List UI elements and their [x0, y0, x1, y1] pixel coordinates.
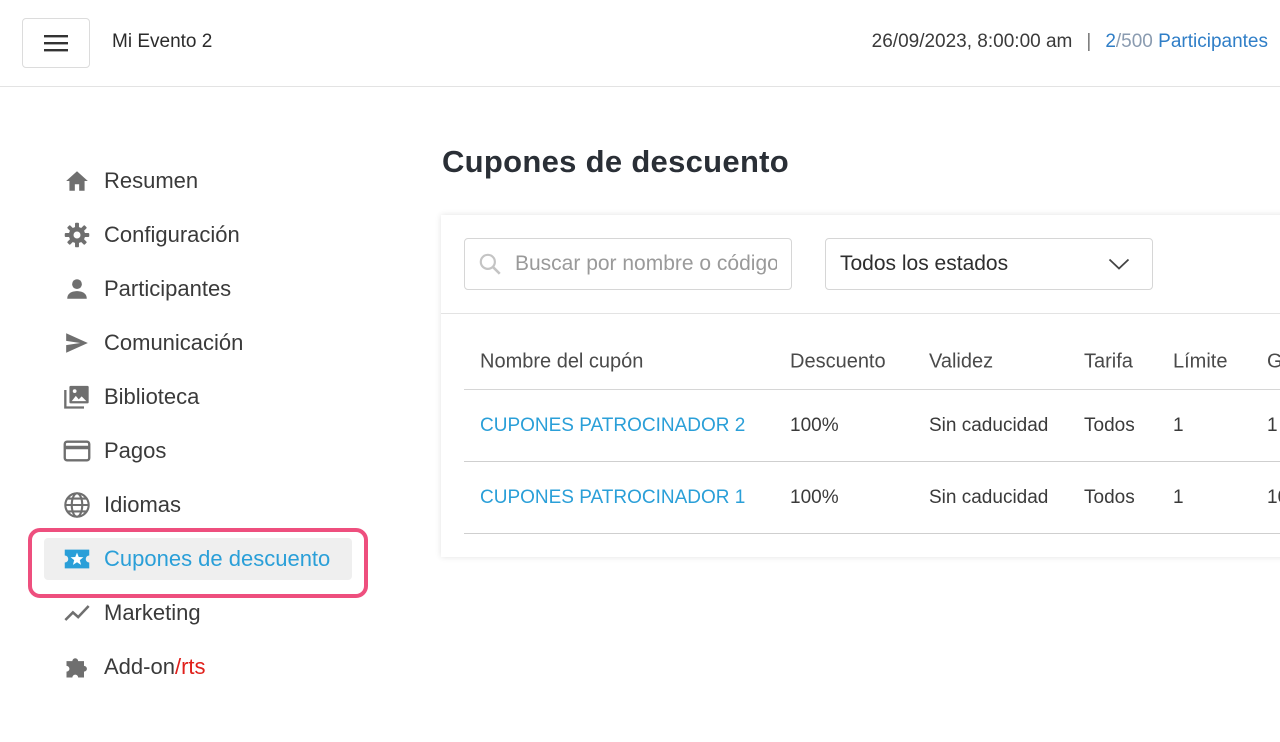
gear-icon — [62, 220, 92, 250]
coupon-limit: 1 — [1173, 414, 1184, 436]
coupon-tariff: Todos — [1084, 414, 1135, 436]
coupons-card: Todos los estados Nombre del cupón Descu… — [441, 215, 1280, 557]
table-header: Nombre del cupón Descuento Validez Tarif… — [464, 335, 1280, 390]
search-icon — [479, 253, 501, 275]
credit-card-icon — [62, 436, 92, 466]
participants-count: 2 — [1105, 31, 1116, 52]
trend-line-icon — [62, 598, 92, 628]
sidebar-item-label: Biblioteca — [104, 384, 200, 409]
column-header-extra[interactable]: G — [1267, 351, 1280, 374]
coupon-tariff: Todos — [1084, 486, 1135, 508]
coupon-name-link[interactable]: CUPONES PATROCINADOR 1 — [480, 487, 745, 509]
coupon-discount: 100% — [790, 414, 839, 436]
coupon-extra: 10 — [1267, 486, 1280, 508]
active-item-background — [44, 538, 352, 580]
search-box[interactable] — [464, 238, 792, 290]
coupon-name-link[interactable]: CUPONES PATROCINADOR 2 — [480, 415, 745, 437]
column-header-tariff[interactable]: Tarifa — [1084, 351, 1133, 374]
coupon-extra: 1 — [1267, 414, 1278, 436]
sidebar-item-comunicacion[interactable]: Comunicación — [44, 316, 364, 370]
event-datetime: 26/09/2023, 8:00:00 am — [871, 31, 1073, 52]
table-body: CUPONES PATROCINADOR 2 100% Sin caducida… — [464, 390, 1280, 534]
send-icon — [62, 328, 92, 358]
sidebar-item-configuracion[interactable]: Configuración — [44, 208, 364, 262]
coupon-limit: 1 — [1173, 486, 1184, 508]
sidebar-item-label: Add-on/rts — [104, 654, 206, 680]
coupons-table: Nombre del cupón Descuento Validez Tarif… — [464, 335, 1280, 534]
sidebar-item-label: Pagos — [104, 438, 167, 463]
home-icon — [62, 166, 92, 196]
addon-label-suffix: /rts — [174, 654, 206, 679]
participants-max: /500 — [1115, 31, 1153, 52]
sidebar-item-resumen[interactable]: Resumen — [44, 154, 364, 208]
chevron-down-icon — [1108, 258, 1130, 270]
column-header-name[interactable]: Nombre del cupón — [480, 351, 643, 374]
table-row: CUPONES PATROCINADOR 2 100% Sin caducida… — [464, 390, 1280, 462]
sidebar-item-addons[interactable]: Add-on/rts — [44, 640, 364, 694]
status-filter-select[interactable]: Todos los estados — [825, 238, 1153, 290]
event-title: Mi Evento 2 — [112, 31, 213, 52]
sidebar-item-participantes[interactable]: Participantes — [44, 262, 364, 316]
event-info: 26/09/2023, 8:00:00 am | 2/500 Participant… — [872, 31, 1268, 53]
sidebar-item-marketing[interactable]: Marketing — [44, 586, 364, 640]
coupon-validity: Sin caducidad — [929, 486, 1049, 508]
sidebar-item-label: Idiomas — [104, 492, 182, 517]
participants-link[interactable]: Participantes — [1158, 31, 1268, 52]
hamburger-icon — [44, 35, 68, 52]
sidebar-item-biblioteca[interactable]: Biblioteca — [44, 370, 364, 424]
divider — [441, 313, 1280, 314]
person-icon — [62, 274, 92, 304]
column-header-discount[interactable]: Descuento — [790, 351, 886, 374]
sidebar-item-label: Comunicación — [104, 330, 244, 355]
sidebar-nav: Resumen Configuración Participantes Comu… — [28, 154, 368, 694]
header-separator: | — [1086, 31, 1092, 52]
search-input[interactable] — [515, 252, 777, 276]
table-row: CUPONES PATROCINADOR 1 100% Sin caducida… — [464, 462, 1280, 534]
sidebar-item-pagos[interactable]: Pagos — [44, 424, 364, 478]
column-header-limit[interactable]: Límite — [1173, 351, 1227, 374]
addon-label: Add-on — [104, 654, 175, 679]
coupon-star-icon — [62, 544, 92, 574]
sidebar-item-cupones[interactable]: Cupones de descuento — [28, 528, 368, 598]
puzzle-icon — [62, 652, 92, 682]
photo-library-icon — [62, 382, 92, 412]
sidebar-item-label: Resumen — [104, 168, 199, 193]
globe-icon — [62, 490, 92, 520]
column-header-validity[interactable]: Validez — [929, 351, 993, 374]
menu-button[interactable] — [22, 18, 90, 68]
sidebar-item-label: Participantes — [104, 276, 232, 301]
sidebar-item-idiomas[interactable]: Idiomas — [44, 478, 364, 532]
sidebar-item-label: Configuración — [104, 222, 240, 247]
top-header: Mi Evento 2 26/09/2023, 8:00:00 am | 2/500… — [0, 0, 1280, 87]
coupon-discount: 100% — [790, 486, 839, 508]
page-title: Cupones de descuento — [442, 144, 790, 179]
sidebar-item-label: Marketing — [104, 600, 201, 625]
sidebar-item-label: Cupones de descuento — [104, 546, 331, 571]
status-filter-value: Todos los estados — [840, 252, 1009, 275]
coupon-validity: Sin caducidad — [929, 414, 1049, 436]
